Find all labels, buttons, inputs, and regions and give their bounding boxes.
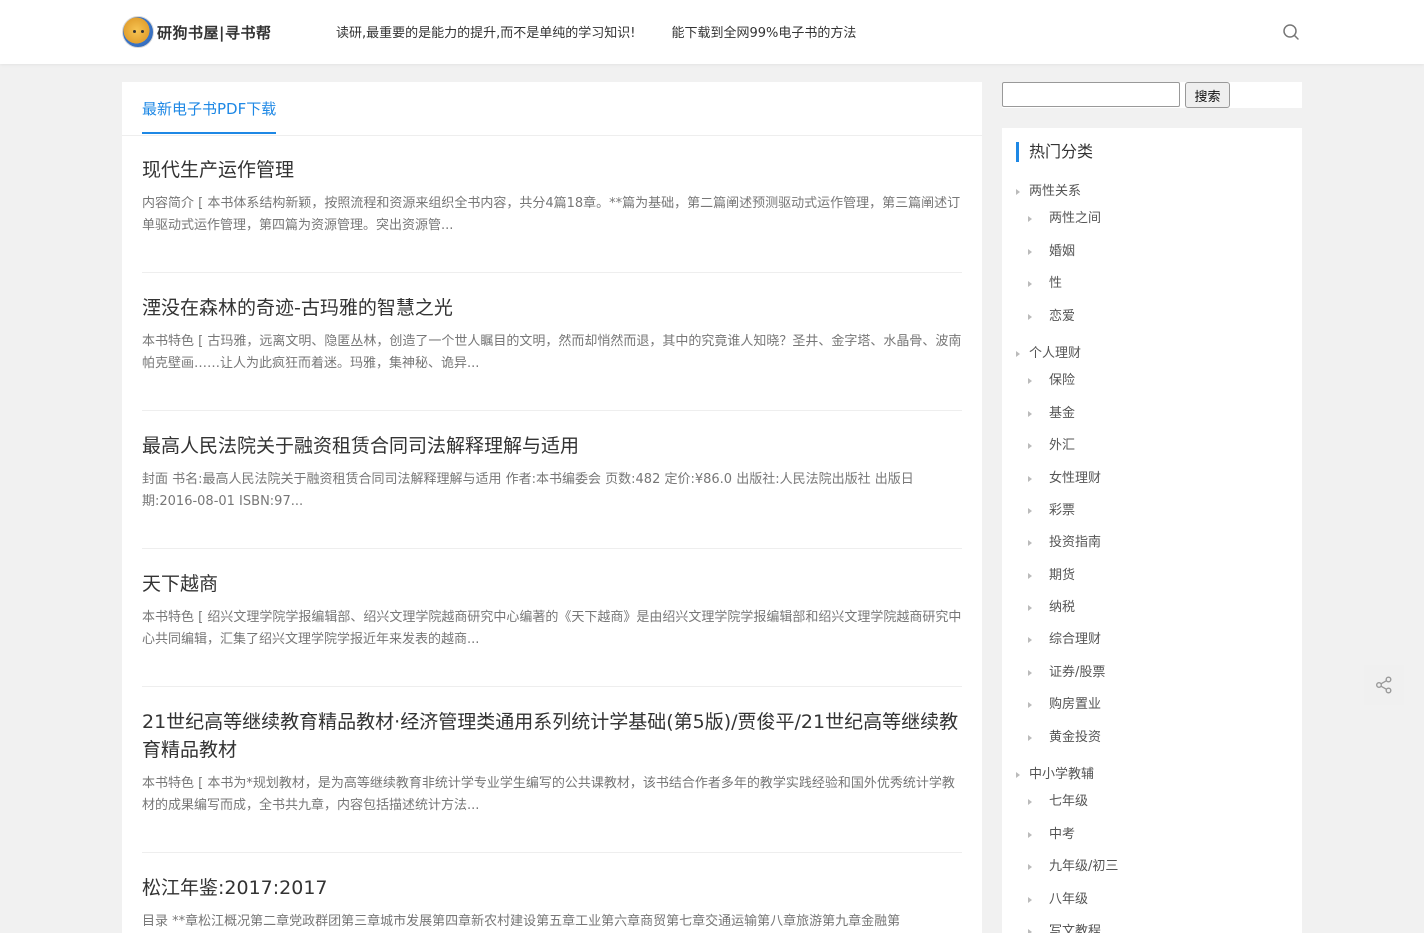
post-item: 湮没在森林的奇迹-古玛雅的智慧之光 本书特色 [ 古玛雅，远离文明、隐匿丛林，创… — [142, 294, 962, 375]
post-list-panel: 最新电子书PDF下载 现代生产运作管理 内容简介 [ 本书体系结构新颖，按照流程… — [122, 82, 982, 933]
logo-dog-icon — [122, 16, 154, 48]
category-item[interactable]: 黄金投资 — [1028, 729, 1101, 747]
caret-right-icon — [1028, 314, 1032, 320]
category-item[interactable]: 婚姻 — [1028, 243, 1075, 261]
category-item[interactable]: 中考 — [1028, 826, 1075, 844]
search-button[interactable]: 搜索 — [1185, 82, 1230, 108]
caret-right-icon — [1028, 411, 1032, 417]
post-divider — [142, 272, 962, 273]
category-item[interactable]: 八年级 — [1028, 891, 1088, 909]
post-title[interactable]: 21世纪高等继续教育精品教材·经济管理类通用系列统计学基础(第5版)/贾俊平/2… — [142, 711, 958, 761]
post-excerpt: 本书特色 [ 本书为*规划教材，是为高等继续教育非统计学专业学生编写的公共课教材… — [142, 776, 955, 813]
post-excerpt: 封面 书名:最高人民法院关于融资租赁合同司法解释理解与适用 作者:本书编委会 页… — [142, 472, 914, 509]
post-item: 松江年鉴:2017:2017 目录 **章松江概况第二章党政群团第三章城市发展第… — [142, 874, 962, 933]
category-item[interactable]: 保险 — [1028, 372, 1075, 390]
share-button[interactable] — [1364, 665, 1404, 705]
search-icon[interactable] — [1281, 22, 1301, 42]
post-title[interactable]: 松江年鉴:2017:2017 — [142, 877, 328, 899]
post-divider — [142, 548, 962, 549]
caret-right-icon — [1016, 772, 1020, 778]
caret-right-icon — [1028, 216, 1032, 222]
search-input[interactable] — [1002, 82, 1180, 107]
caret-right-icon — [1028, 897, 1032, 903]
post-title[interactable]: 湮没在森林的奇迹-古玛雅的智慧之光 — [142, 297, 453, 319]
post-divider — [142, 852, 962, 853]
caret-right-icon — [1028, 443, 1032, 449]
caret-right-icon — [1028, 702, 1032, 708]
caret-right-icon — [1028, 573, 1032, 579]
tab-latest-ebooks[interactable]: 最新电子书PDF下载 — [142, 98, 277, 134]
caret-right-icon — [1028, 670, 1032, 676]
site-header: 研狗书屋|寻书帮 读研,最重要的是能力的提升,而不是单纯的学习知识! 能下载到全… — [0, 0, 1424, 64]
category-item[interactable]: 两性之间 — [1028, 210, 1101, 228]
caret-right-icon — [1028, 540, 1032, 546]
category-parent[interactable]: 中小学教辅 — [1016, 766, 1094, 784]
caret-right-icon — [1028, 929, 1032, 933]
nav-link-ebook-method[interactable]: 能下载到全网99%电子书的方法 — [671, 22, 856, 41]
share-icon — [1376, 676, 1392, 694]
post-title[interactable]: 天下越商 — [142, 573, 218, 595]
nav-link-study-tip[interactable]: 读研,最重要的是能力的提升,而不是单纯的学习知识! — [336, 22, 635, 41]
post-item: 21世纪高等继续教育精品教材·经济管理类通用系列统计学基础(第5版)/贾俊平/2… — [142, 708, 962, 817]
category-item[interactable]: 基金 — [1028, 405, 1075, 423]
post-excerpt: 本书特色 [ 绍兴文理学院学报编辑部、绍兴文理学院越商研究中心编著的《天下越商》… — [142, 610, 962, 647]
caret-right-icon — [1028, 605, 1032, 611]
category-item[interactable]: 恋爱 — [1028, 308, 1075, 326]
hot-categories-widget: 热门分类 两性关系 两性之间 婚姻 性 恋爱 个人理财 保险 基金 外汇 女性理… — [1002, 128, 1302, 933]
category-item[interactable]: 购房置业 — [1028, 696, 1101, 714]
caret-right-icon — [1028, 378, 1032, 384]
category-item[interactable]: 纳税 — [1028, 599, 1075, 617]
category-item[interactable]: 彩票 — [1028, 502, 1075, 520]
category-item[interactable]: 写文教程 — [1028, 923, 1101, 933]
caret-right-icon — [1028, 735, 1032, 741]
post-excerpt: 目录 **章松江概况第二章党政群团第三章城市发展第四章新农村建设第五章工业第六章… — [142, 914, 901, 929]
category-item[interactable]: 女性理财 — [1028, 470, 1101, 488]
category-item[interactable]: 期货 — [1028, 567, 1075, 585]
post-divider — [142, 686, 962, 687]
post-excerpt: 本书特色 [ 古玛雅，远离文明、隐匿丛林，创造了一个世人瞩目的文明，然而却悄然而… — [142, 334, 962, 371]
caret-right-icon — [1028, 799, 1032, 805]
category-parent[interactable]: 个人理财 — [1016, 345, 1081, 363]
post-title[interactable]: 现代生产运作管理 — [142, 159, 294, 181]
category-item[interactable]: 证券/股票 — [1028, 664, 1105, 682]
post-item: 最高人民法院关于融资租赁合同司法解释理解与适用 封面 书名:最高人民法院关于融资… — [142, 432, 962, 513]
top-nav: 读研,最重要的是能力的提升,而不是单纯的学习知识! 能下载到全网99%电子书的方… — [336, 22, 856, 41]
category-item[interactable]: 外汇 — [1028, 437, 1075, 455]
category-item[interactable]: 性 — [1028, 275, 1062, 293]
caret-right-icon — [1028, 476, 1032, 482]
category-parent[interactable]: 两性关系 — [1016, 183, 1081, 201]
widget-title: 热门分类 — [1016, 142, 1093, 162]
caret-right-icon — [1028, 508, 1032, 514]
caret-right-icon — [1016, 189, 1020, 195]
caret-right-icon — [1028, 832, 1032, 838]
caret-right-icon — [1028, 281, 1032, 287]
caret-right-icon — [1028, 249, 1032, 255]
tab-bar: 最新电子书PDF下载 — [122, 82, 982, 136]
post-title[interactable]: 最高人民法院关于融资租赁合同司法解释理解与适用 — [142, 435, 579, 457]
category-item[interactable]: 投资指南 — [1028, 534, 1101, 552]
caret-right-icon — [1016, 351, 1020, 357]
category-item[interactable]: 七年级 — [1028, 793, 1088, 811]
logo-text: 研狗书屋|寻书帮 — [157, 23, 272, 42]
site-logo[interactable]: 研狗书屋|寻书帮 — [122, 15, 271, 49]
post-item: 现代生产运作管理 内容简介 [ 本书体系结构新颖，按照流程和资源来组织全书内容，… — [142, 156, 962, 237]
category-item[interactable]: 综合理财 — [1028, 631, 1101, 649]
category-item[interactable]: 九年级/初三 — [1028, 858, 1118, 876]
caret-right-icon — [1028, 864, 1032, 870]
post-excerpt: 内容简介 [ 本书体系结构新颖，按照流程和资源来组织全书内容，共分4篇18章。*… — [142, 196, 961, 233]
caret-right-icon — [1028, 637, 1032, 643]
sidebar-search: 搜索 — [1002, 82, 1302, 108]
post-item: 天下越商 本书特色 [ 绍兴文理学院学报编辑部、绍兴文理学院越商研究中心编著的《… — [142, 570, 962, 651]
post-divider — [142, 410, 962, 411]
